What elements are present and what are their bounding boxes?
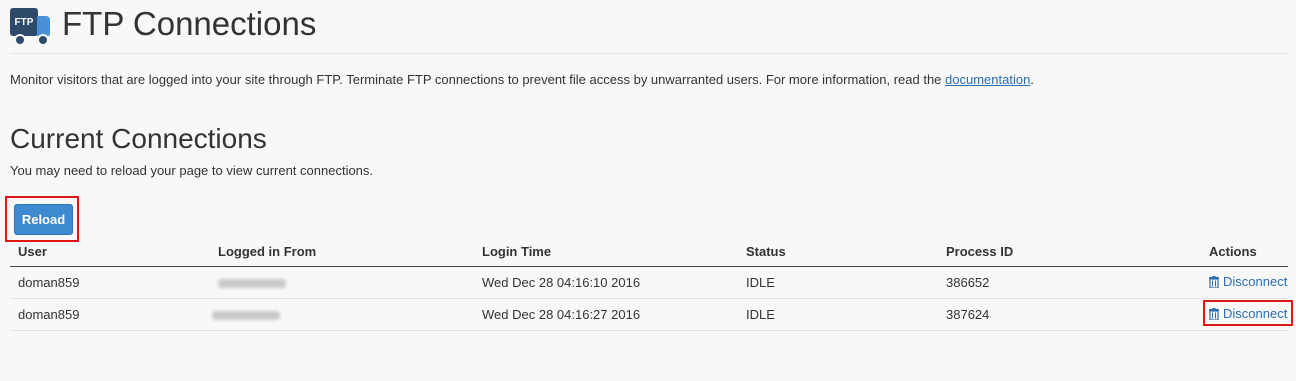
cell-logged-in-from <box>210 298 474 331</box>
table-row: doman859 Wed Dec 28 04:16:27 2016 IDLE 3… <box>10 298 1294 331</box>
cell-logged-in-from <box>210 266 474 299</box>
cell-user: doman859 <box>10 266 210 299</box>
cell-process-id: 386652 <box>938 266 1201 299</box>
cell-process-id: 387624 <box>938 298 1201 331</box>
disconnect-button[interactable]: Disconnect <box>1209 274 1287 289</box>
page-title: FTP Connections <box>62 5 317 42</box>
column-header-user[interactable]: User <box>10 236 210 267</box>
cell-login-time: Wed Dec 28 04:16:27 2016 <box>474 298 738 331</box>
title-divider <box>10 53 1288 54</box>
cell-login-time: Wed Dec 28 04:16:10 2016 <box>474 266 738 299</box>
ftp-truck-icon: FTP <box>10 4 52 46</box>
redacted-address <box>218 279 286 289</box>
column-header-status[interactable]: Status <box>738 236 938 267</box>
description-end: . <box>1030 72 1034 87</box>
cell-status: IDLE <box>738 266 938 299</box>
disconnect-label: Disconnect <box>1223 306 1288 322</box>
cell-user: doman859 <box>10 298 210 331</box>
trash-icon <box>1209 307 1219 320</box>
column-header-login-time[interactable]: Login Time <box>474 236 738 267</box>
connections-table: User Logged in From Login Time Status Pr… <box>10 236 1294 331</box>
cell-actions: Disconnect <box>1201 266 1288 299</box>
reload-button[interactable]: Reload <box>14 204 73 235</box>
table-header-row: User Logged in From Login Time Status Pr… <box>10 236 1288 267</box>
section-title: Current Connections <box>10 123 267 154</box>
column-header-logged-in-from[interactable]: Logged in From <box>210 236 474 267</box>
description-text: Monitor visitors that are logged into yo… <box>10 72 946 87</box>
page-header: FTP FTP Connections <box>10 2 316 46</box>
redacted-address <box>212 311 280 321</box>
table-row: doman859 Wed Dec 28 04:16:10 2016 IDLE 3… <box>10 266 1288 299</box>
cell-status: IDLE <box>738 298 938 331</box>
disconnect-button-highlighted[interactable]: Disconnect <box>1202 300 1294 327</box>
column-header-process-id[interactable]: Process ID <box>938 236 1201 267</box>
disconnect-label: Disconnect <box>1223 274 1288 290</box>
column-header-actions: Actions <box>1201 236 1288 267</box>
documentation-link[interactable]: documentation <box>945 72 1030 87</box>
cell-actions: Disconnect <box>1201 298 1294 331</box>
page-description: Monitor visitors that are logged into yo… <box>10 72 1034 87</box>
trash-icon <box>1209 275 1219 288</box>
ftp-icon-label: FTP <box>10 8 38 36</box>
reload-hint: You may need to reload your page to view… <box>10 163 374 178</box>
